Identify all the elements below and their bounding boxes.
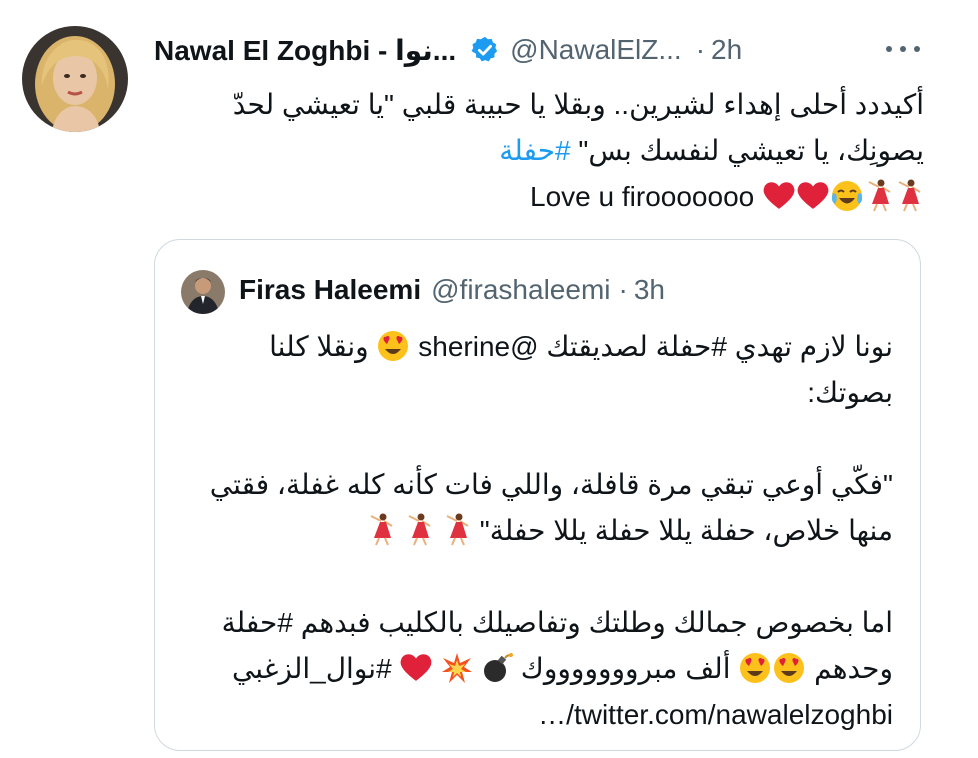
tweet-text-line-1: أكيددد أحلى إهداء لشيرين.. وبقلا يا حبيب… (232, 89, 924, 120)
smiling-face-with-heart-eyes-icon (378, 331, 409, 361)
woman-dancing-icon (898, 179, 921, 212)
quote-line-4: منها خلاص، حفلة يللا حفلة يللا حفلة" (181, 508, 893, 554)
quoted-author-display-name[interactable]: Firas Haleemi (239, 274, 421, 306)
quote-line-6: وحدهم ألف مبروووووووك #نوال_الزغبي (181, 646, 893, 692)
verified-badge-icon (470, 35, 500, 65)
quote-line-1a: نونا لازم تهدي #حفلة لصديقتك (546, 331, 893, 362)
author-avatar[interactable] (22, 26, 128, 132)
quote-truncated-link[interactable]: …/twitter.com/nawalelzoghbi (181, 692, 893, 738)
red-heart-icon (763, 182, 795, 209)
tweet-text-line-2-text: يصونِك، يا تعيشي لنفسك بس" (578, 135, 924, 166)
quoted-tweet[interactable]: Firas Haleemi @firashaleemi · 3h نونا لا… (154, 239, 921, 751)
quoted-tweet-timestamp[interactable]: 3h (634, 274, 665, 306)
woman-dancing-icon (446, 513, 469, 546)
tweet-timestamp[interactable]: 2h (711, 34, 742, 66)
red-heart-icon (401, 654, 432, 681)
author-display-name[interactable]: Nawal El Zoghbi - نوا... (154, 34, 456, 67)
header-separator: · (695, 34, 706, 65)
quoted-tweet-text: نونا لازم تهدي #حفلة لصديقتك @sherine ون… (181, 324, 893, 738)
face-with-tears-of-joy-icon (831, 181, 863, 211)
tweet-text-line-2: يصونِك، يا تعيشي لنفسك بس" #حفلة (154, 128, 924, 174)
quote-line-6c: #نوال_الزغبي (231, 653, 392, 684)
woman-dancing-icon (408, 513, 431, 546)
red-heart-icon (797, 182, 829, 209)
quoted-author-handle[interactable]: @firashaleemi (431, 274, 610, 306)
woman-dancing-icon (370, 513, 393, 546)
woman-dancing-icon (868, 179, 891, 212)
quote-line-4-text: منها خلاص، حفلة يللا حفلة يللا حفلة" (479, 515, 893, 546)
hashtag-link[interactable]: #حفلة (499, 135, 570, 166)
bomb-icon (484, 653, 514, 682)
quote-line-1b: ونقلا كلنا (269, 331, 369, 362)
tweet-text-line-3: Love u firooooooo (154, 174, 924, 220)
quoted-header-separator: · (618, 274, 628, 305)
quoted-author-avatar[interactable] (181, 270, 225, 314)
quote-line-2: بصوتك: (807, 377, 893, 408)
tweet-text-line-3-text: Love u firooooooo (530, 181, 755, 212)
quote-line-1: نونا لازم تهدي #حفلة لصديقتك @sherine ون… (181, 324, 893, 370)
quote-line-6a: وحدهم (814, 653, 893, 684)
collision-icon (442, 653, 473, 683)
quote-line-5: اما بخصوص جمالك وطلتك وتفاصيلك بالكليب ف… (221, 607, 893, 638)
author-handle[interactable]: @NawalElZ... (510, 34, 682, 66)
tweet[interactable]: Nawal El Zoghbi - نوا... @NawalElZ... · … (0, 0, 978, 758)
more-options-icon[interactable] (886, 36, 920, 62)
tweet-text: أكيددد أحلى إهداء لشيرين.. وبقلا يا حبيب… (154, 82, 924, 220)
quoted-tweet-header: Firas Haleemi @firashaleemi · 3h (239, 270, 665, 310)
mention-link[interactable]: @sherine (418, 331, 538, 362)
tweet-header: Nawal El Zoghbi - نوا... @NawalElZ... · … (154, 28, 742, 72)
quote-line-6b: ألف مبروووووووك (520, 653, 731, 684)
smiling-face-with-heart-eyes-icon (774, 653, 805, 683)
smiling-face-with-heart-eyes-icon (740, 653, 771, 683)
quote-line-3: "فكّي أوعي تبقي مرة قافلة، واللي فات كأن… (209, 469, 893, 500)
